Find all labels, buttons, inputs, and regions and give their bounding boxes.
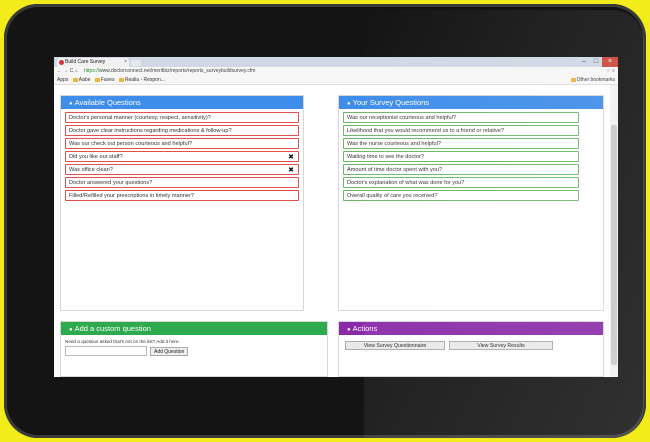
tab-bar: Build Care Survey × – □ × [54,57,618,67]
bookmark-apps[interactable]: Apps [57,77,68,83]
tab-title: Build Care Survey [65,59,106,65]
maximize-icon[interactable]: □ [590,57,602,67]
new-tab-button[interactable] [131,60,141,66]
comment-icon: ● [69,327,73,333]
close-window-icon[interactable]: × [602,57,618,67]
url-secure: https:// [84,68,100,74]
comment-icon: ● [69,101,73,107]
custom-question-panel: ● Add a custom question Need a question a… [60,321,328,377]
survey-question-item[interactable]: Doctor's explanation of what was done fo… [343,177,579,188]
custom-question-title: Add a custom question [74,324,151,333]
question-text: Likelihood that you would recommend us t… [347,128,505,134]
folder-icon [94,77,100,82]
close-tab-icon[interactable]: × [124,58,127,67]
remove-icon[interactable]: ✖ [288,152,294,163]
favicon-icon [59,60,64,65]
window-controls: – □ × [578,57,618,67]
survey-questions-panel: ● Your Survey Questions Was our reception… [338,95,604,311]
available-questions-title: Available Questions [74,98,141,107]
page-scrollbar[interactable] [610,85,618,377]
question-text: Was our check out person courteous and h… [69,141,192,147]
available-questions-header: ● Available Questions [61,96,303,109]
actions-panel: ● Actions View Survey Questionnaire View … [338,321,604,377]
remove-icon[interactable]: ✖ [288,165,294,176]
tablet-frame: Build Care Survey × – □ × ← → C ⌂ https:… [4,4,646,438]
question-text: Filled/Refilled your prescriptions in ti… [69,193,194,199]
custom-question-input[interactable] [65,346,147,356]
question-text: Overall quality of care you received? [347,193,438,199]
view-survey-questionnaire-button[interactable]: View Survey Questionnaire [345,341,445,350]
browser-window: Build Care Survey × – □ × ← → C ⌂ https:… [54,57,618,377]
question-text: Doctor gave clear instructions regarding… [69,128,232,134]
survey-question-item[interactable]: Waiting time to see the doctor? [343,151,579,162]
url-field[interactable]: https://www.doctorconnect.net/meritbiz/r… [84,67,255,76]
other-bookmarks[interactable]: Other bookmarks [577,77,615,83]
browser-tools-icon[interactable]: ☆ ≡ [606,67,615,76]
available-questions-panel: ● Available Questions Doctor's personal m… [60,95,304,311]
bookmarks-bar: Apps Aabe Faves Realia - Respon... Other… [54,76,618,85]
address-bar: ← → C ⌂ https://www.doctorconnect.net/me… [54,67,618,76]
question-text: Was the nurse courteous and helpful? [347,141,442,147]
survey-question-item[interactable]: Likelihood that you would recommend us t… [343,125,579,136]
available-question-item[interactable]: Doctor answered your questions? [65,177,299,188]
available-question-item[interactable]: Doctor gave clear instructions regarding… [65,125,299,136]
available-questions-list: Doctor's personal manner (courtesy, resp… [61,109,303,201]
question-text: Doctor's explanation of what was done fo… [347,180,465,186]
available-question-item[interactable]: Doctor's personal manner (courtesy, resp… [65,112,299,123]
scrollbar-thumb[interactable] [611,125,617,365]
minimize-icon[interactable]: – [578,57,590,67]
bookmark-realia[interactable]: Realia - Respon... [125,77,165,83]
folder-icon [118,77,124,82]
question-text: Did you like our staff? [69,154,123,160]
survey-question-item[interactable]: Overall quality of care you received? [343,190,579,201]
comment-icon: ● [347,101,351,107]
browser-tab[interactable]: Build Care Survey × [57,58,129,67]
comment-icon: ● [347,327,351,333]
survey-question-item[interactable]: Amount of time doctor spent with you? [343,164,579,175]
available-question-item[interactable]: Did you like our staff? ✖ [65,151,299,162]
bookmark-aabe[interactable]: Aabe [79,77,91,83]
actions-header: ● Actions [339,322,603,335]
actions-title: Actions [352,324,378,333]
bookmark-faves[interactable]: Faves [101,77,115,83]
navigation-icons[interactable]: ← → C ⌂ [57,67,78,76]
survey-questions-header: ● Your Survey Questions [339,96,603,109]
question-text: Was our receptionist courteous and helpf… [347,115,456,121]
url-path: www.doctorconnect.net/meritbiz/reports/r… [99,68,256,74]
view-survey-results-button[interactable]: View Survey Results [449,341,553,350]
survey-questions-title: Your Survey Questions [352,98,430,107]
question-text: Amount of time doctor spent with you? [347,167,443,173]
available-question-item[interactable]: Was office clean? ✖ [65,164,299,175]
custom-question-prompt: Need a question asked that's not on the … [65,339,180,344]
folder-icon [72,77,78,82]
survey-question-item[interactable]: Was the nurse courteous and helpful? [343,138,579,149]
page-content: ● Available Questions Doctor's personal m… [54,85,610,377]
folder-icon [570,77,576,82]
survey-question-item[interactable]: Was our receptionist courteous and helpf… [343,112,579,123]
add-question-button[interactable]: Add Question [150,346,189,356]
question-text: Waiting time to see the doctor? [347,154,424,160]
question-text: Was office clean? [69,167,113,173]
available-question-item[interactable]: Was our check out person courteous and h… [65,138,299,149]
question-text: Doctor answered your questions? [69,180,153,186]
available-question-item[interactable]: Filled/Refilled your prescriptions in ti… [65,190,299,201]
survey-questions-list: Was our receptionist courteous and helpf… [339,109,603,201]
question-text: Doctor's personal manner (courtesy, resp… [69,115,211,121]
custom-question-header: ● Add a custom question [61,322,327,335]
